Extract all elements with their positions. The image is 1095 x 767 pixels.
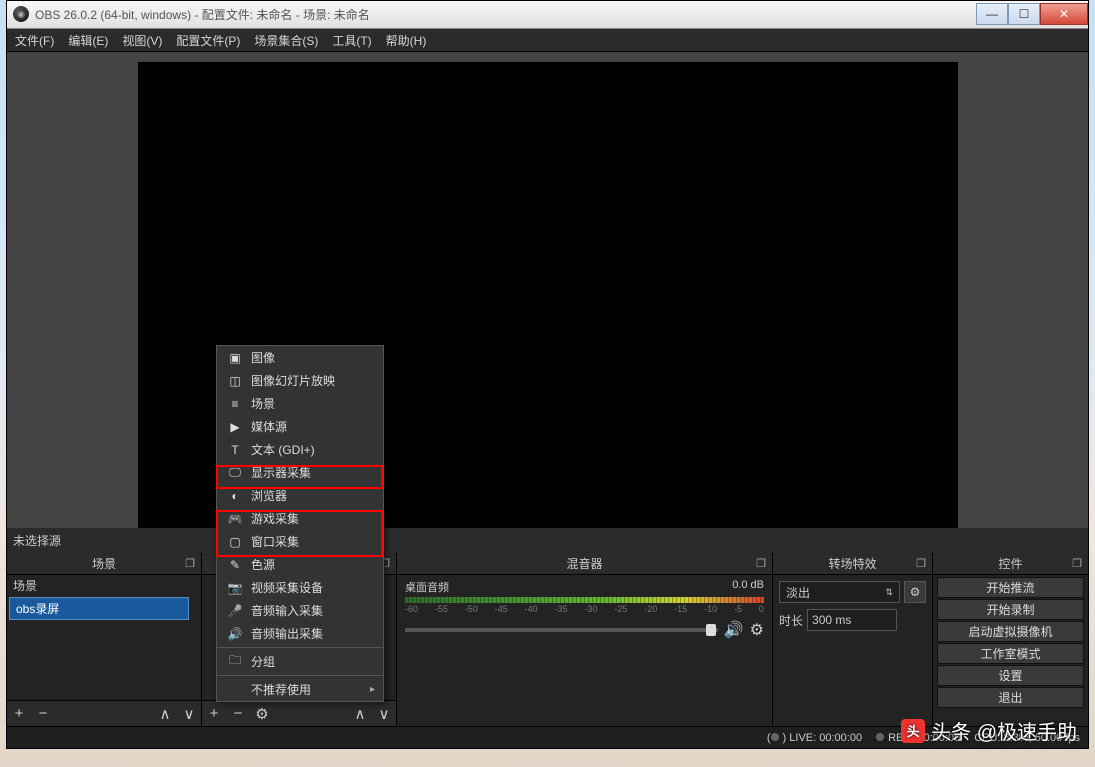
controls-title: 控件	[998, 555, 1022, 572]
dock-icon[interactable]: ❐	[183, 556, 197, 570]
transitions-header[interactable]: 转场特效 ❐	[773, 553, 932, 575]
add-source-button[interactable]: +	[206, 705, 222, 722]
transitions-panel: 转场特效 ❐ 淡出 ⇅ ⚙ 时长	[773, 553, 933, 726]
menu-item-分组[interactable]: 🗀分组	[217, 650, 383, 673]
move-up-button[interactable]: ∧	[352, 705, 368, 723]
scene-item-selected[interactable]: obs录屏	[9, 597, 189, 620]
minimize-button[interactable]: —	[976, 3, 1008, 25]
source-type-icon: ▢	[227, 535, 243, 549]
move-down-button[interactable]: ∨	[181, 705, 197, 723]
controls-panel: 控件 ❐ 开始推流 开始录制 启动虚拟摄像机 工作室模式 设置 退出	[933, 553, 1088, 726]
move-up-button[interactable]: ∧	[157, 705, 173, 723]
chevron-updown-icon: ⇅	[885, 587, 893, 598]
audio-settings-icon[interactable]: ⚙	[750, 620, 764, 640]
transition-select[interactable]: 淡出 ⇅	[779, 581, 900, 603]
menu-item-媒体源[interactable]: ▶媒体源	[217, 415, 383, 438]
dock-icon[interactable]: ❐	[754, 556, 768, 570]
menu-item-文本 (GDI+)[interactable]: T文本 (GDI+)	[217, 438, 383, 461]
menu-item-图像幻灯片放映[interactable]: ◫图像幻灯片放映	[217, 369, 383, 392]
source-type-icon: 🗀	[227, 651, 243, 672]
source-type-icon: T	[227, 443, 243, 457]
menu-item-浏览器[interactable]: ◐浏览器	[217, 484, 383, 507]
audio-channel-name: 桌面音频	[405, 579, 449, 595]
menu-scenecollection[interactable]: 场景集合(S)	[254, 32, 318, 49]
source-settings-button[interactable]: ⚙	[254, 705, 270, 723]
audio-channel: 桌面音频 0.0 dB -60-55-50-45-40-35-30-25-20-…	[397, 575, 772, 644]
audio-ticks: -60-55-50-45-40-35-30-25-20-15-10-50	[405, 604, 764, 614]
obs-window: ◉ OBS 26.0.2 (64-bit, windows) - 配置文件: 未…	[6, 0, 1089, 749]
titlebar[interactable]: ◉ OBS 26.0.2 (64-bit, windows) - 配置文件: 未…	[7, 1, 1088, 29]
window-title: OBS 26.0.2 (64-bit, windows) - 配置文件: 未命名…	[35, 6, 976, 23]
audio-meter	[405, 597, 764, 603]
menu-tools[interactable]: 工具(T)	[332, 32, 371, 49]
menu-item-显示器采集[interactable]: 🖵显示器采集	[217, 461, 383, 484]
mixer-header[interactable]: 混音器 ❐	[397, 553, 772, 575]
exit-button[interactable]: 退出	[937, 687, 1084, 708]
menu-item-色源[interactable]: ✎色源	[217, 553, 383, 576]
watermark-logo-icon: 头	[901, 719, 925, 743]
menu-item-不推荐使用[interactable]: 不推荐使用	[217, 678, 383, 701]
source-type-icon: 🔊	[227, 627, 243, 641]
source-type-icon: ▣	[227, 351, 243, 365]
maximize-button[interactable]: ☐	[1008, 3, 1040, 25]
menu-item-音频输出采集[interactable]: 🔊音频输出采集	[217, 622, 383, 645]
source-type-icon: ✎	[227, 558, 243, 572]
controls-header[interactable]: 控件 ❐	[933, 553, 1088, 575]
watermark: 头 头条 @极速手助	[901, 716, 1077, 745]
source-type-icon: ▶	[227, 420, 243, 434]
source-type-icon: 🎤	[227, 604, 243, 618]
transitions-title: 转场特效	[828, 555, 876, 572]
start-recording-button[interactable]: 开始录制	[937, 599, 1084, 620]
bottom-panels: 场景 ❐ 场景 obs录屏 + − ∧ ∨ ❐ +	[7, 553, 1088, 726]
remove-source-button[interactable]: −	[230, 705, 246, 722]
menu-profile[interactable]: 配置文件(P)	[176, 32, 240, 49]
source-type-icon: 🖵	[227, 465, 243, 480]
remove-scene-button[interactable]: −	[35, 705, 51, 722]
menu-item-窗口采集[interactable]: ▢窗口采集	[217, 530, 383, 553]
menu-item-场景[interactable]: ≡场景	[217, 392, 383, 415]
preview-area[interactable]	[7, 52, 1088, 528]
settings-button[interactable]: 设置	[937, 665, 1084, 686]
audio-level: 0.0 dB	[732, 579, 764, 595]
add-scene-button[interactable]: +	[11, 705, 27, 722]
studio-mode-button[interactable]: 工作室模式	[937, 643, 1084, 664]
live-status: () LIVE: 00:00:00	[767, 732, 862, 744]
menu-view[interactable]: 视图(V)	[122, 32, 162, 49]
menu-help[interactable]: 帮助(H)	[386, 32, 427, 49]
start-streaming-button[interactable]: 开始推流	[937, 577, 1084, 598]
audio-volume-slider[interactable]	[405, 628, 718, 632]
menu-item-图像[interactable]: ▣图像	[217, 346, 383, 369]
start-virtualcam-button[interactable]: 启动虚拟摄像机	[937, 621, 1084, 642]
duration-input[interactable]	[807, 609, 897, 631]
menubar: 文件(F) 编辑(E) 视图(V) 配置文件(P) 场景集合(S) 工具(T) …	[7, 29, 1088, 53]
mixer-title: 混音器	[566, 555, 602, 572]
source-type-icon: ≡	[227, 397, 243, 411]
source-type-icon: ◫	[227, 374, 243, 388]
audio-mute-icon[interactable]: 🔊	[724, 620, 744, 640]
duration-label: 时长	[779, 612, 803, 629]
source-type-icon: ◐	[227, 489, 243, 503]
scene-item[interactable]: 场景	[7, 575, 201, 596]
dock-icon[interactable]: ❐	[914, 556, 928, 570]
scenes-header[interactable]: 场景 ❐	[7, 553, 201, 575]
source-selection-label: 未选择源	[7, 528, 1088, 553]
dock-icon[interactable]: ❐	[1070, 556, 1084, 570]
move-down-button[interactable]: ∨	[376, 705, 392, 723]
close-button[interactable]: ✕	[1040, 3, 1088, 25]
mixer-panel: 混音器 ❐ 桌面音频 0.0 dB -60-55-50-45-40-35-30-…	[397, 553, 773, 726]
source-type-icon: 🎮	[227, 512, 243, 526]
menu-item-视频采集设备[interactable]: 📷视频采集设备	[217, 576, 383, 599]
menu-item-音频输入采集[interactable]: 🎤音频输入采集	[217, 599, 383, 622]
transition-settings-button[interactable]: ⚙	[904, 581, 926, 603]
menu-file[interactable]: 文件(F)	[15, 32, 54, 49]
scenes-panel: 场景 ❐ 场景 obs录屏 + − ∧ ∨	[7, 553, 202, 726]
menu-item-游戏采集[interactable]: 🎮游戏采集	[217, 507, 383, 530]
obs-logo-icon: ◉	[13, 6, 29, 22]
scenes-title: 场景	[92, 555, 116, 572]
source-type-icon: 📷	[227, 581, 243, 595]
menu-edit[interactable]: 编辑(E)	[68, 32, 108, 49]
add-source-context-menu: ▣图像◫图像幻灯片放映≡场景▶媒体源T文本 (GDI+)🖵显示器采集◐浏览器🎮游…	[216, 345, 384, 702]
